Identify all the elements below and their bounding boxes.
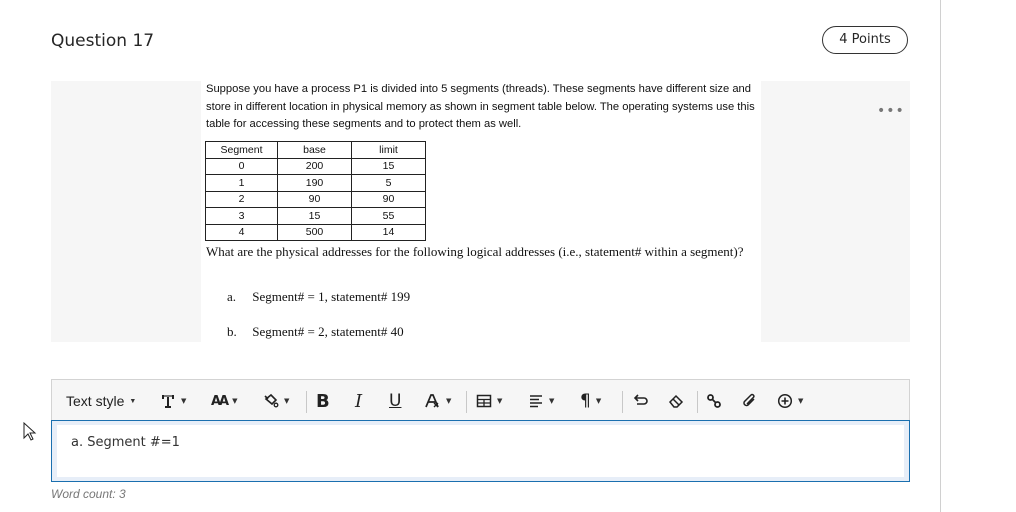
chevron-down-icon: ▼ [798, 397, 804, 405]
font-size-dropdown[interactable]: AA ▼ [211, 380, 238, 422]
toolbar-divider [466, 391, 467, 413]
chevron-down-icon: ▼ [181, 397, 187, 405]
table-cell: 15 [351, 157, 426, 175]
ellipsis-icon[interactable]: ••• [877, 103, 905, 119]
sub-question-label: a. [227, 289, 237, 304]
table-row: 3 15 55 [205, 207, 426, 225]
table-cell: 0 [205, 157, 278, 175]
mouse-pointer-icon [23, 421, 37, 446]
font-icon [162, 395, 174, 408]
question-paragraph: Suppose you have a process P1 is divided… [206, 83, 755, 130]
highlight-dropdown[interactable]: ▼ [263, 380, 289, 422]
table-cell: 1 [205, 174, 278, 192]
table-row: 4 500 14 [205, 223, 426, 241]
underline-button[interactable]: U [389, 380, 401, 422]
table-cell: 2 [205, 190, 278, 208]
sub-question-text: Segment# = 2, statement# 40 [252, 324, 404, 339]
question-title: Question 17 [51, 31, 155, 51]
table-header-row: Segment base limit [205, 141, 426, 159]
sub-question-a: a. Segment# = 1, statement# 199 [227, 289, 410, 305]
table-row: 2 90 90 [205, 190, 426, 208]
chevron-down-icon: ▼ [129, 397, 137, 405]
table-cell: 200 [277, 157, 352, 175]
table-header: Segment [205, 141, 278, 159]
attachment-button[interactable] [741, 380, 757, 422]
table-cell: 500 [277, 223, 352, 241]
answer-text[interactable]: a. Segment #=1 [71, 435, 180, 450]
align-icon [530, 395, 542, 408]
link-icon [707, 394, 721, 408]
paragraph-icon: ¶ [580, 391, 591, 411]
chevron-down-icon: ▼ [446, 397, 452, 405]
table-cell: 55 [351, 207, 426, 225]
italic-button[interactable]: I [355, 380, 362, 422]
table-header: limit [351, 141, 426, 159]
italic-icon: I [355, 390, 363, 412]
font-dropdown[interactable]: ▼ [160, 380, 186, 422]
chevron-down-icon: ▼ [284, 397, 290, 405]
text-format-icon [425, 394, 439, 408]
answer-editor-content[interactable]: a. Segment #=1 [57, 425, 904, 477]
text-style-label: Text style [66, 393, 125, 409]
table-row: 0 200 15 [205, 157, 426, 175]
undo-button[interactable] [633, 380, 649, 422]
table-cell: 4 [205, 223, 278, 241]
sub-question-b: b. Segment# = 2, statement# 40 [227, 324, 404, 340]
chevron-down-icon: ▼ [595, 397, 602, 405]
points-badge: 4 Points [822, 26, 908, 54]
table-cell: 3 [205, 207, 278, 225]
text-style-dropdown[interactable]: Text style ▼ [66, 380, 136, 422]
table-cell: 14 [351, 223, 426, 241]
undo-icon [633, 394, 648, 405]
table-icon [476, 394, 492, 408]
bold-button[interactable]: B [316, 380, 330, 422]
text-format-dropdown[interactable]: ▼ [424, 380, 451, 422]
table-row: 1 190 5 [205, 174, 426, 192]
chevron-down-icon: ▼ [549, 397, 555, 405]
table-cell: 90 [277, 190, 352, 208]
table-header: base [277, 141, 352, 159]
insert-dropdown[interactable]: ▼ [777, 380, 803, 422]
paragraph-dropdown[interactable]: ¶ ▼ [580, 380, 601, 422]
link-button[interactable] [706, 380, 722, 422]
table-cell: 15 [277, 207, 352, 225]
question-prompt: What are the physical addresses for the … [206, 244, 744, 259]
chevron-down-icon: ▼ [497, 397, 503, 405]
segment-table: Segment base limit 0 200 15 1 190 5 2 90… [205, 141, 426, 241]
toolbar-divider [697, 391, 698, 413]
sub-question-text: Segment# = 1, statement# 199 [252, 289, 411, 304]
toolbar-divider [622, 391, 623, 413]
attachment-icon [743, 393, 755, 407]
answer-editor[interactable]: a. Segment #=1 [51, 420, 910, 482]
align-dropdown[interactable]: ▼ [528, 380, 554, 422]
editor-toolbar: Text style ▼ ▼ AA ▼ ▼ B I U ▼ ▼ ▼ ¶ ▼ ▼ [51, 379, 910, 421]
underline-icon: U [389, 391, 402, 411]
eraser-button[interactable] [668, 380, 684, 422]
table-cell: 5 [351, 174, 426, 192]
table-dropdown[interactable]: ▼ [476, 380, 502, 422]
insert-icon [777, 393, 793, 409]
highlight-color-icon [264, 393, 279, 408]
bold-icon: B [316, 390, 330, 412]
eraser-icon [668, 394, 684, 408]
table-cell: 190 [277, 174, 352, 192]
word-count: Word count: 3 [51, 487, 126, 501]
sub-question-label: b. [227, 324, 237, 339]
font-size-icon: AA [211, 393, 229, 409]
panel-divider [940, 0, 941, 512]
toolbar-divider [306, 391, 307, 413]
table-cell: 90 [351, 190, 426, 208]
chevron-down-icon: ▼ [232, 397, 238, 405]
